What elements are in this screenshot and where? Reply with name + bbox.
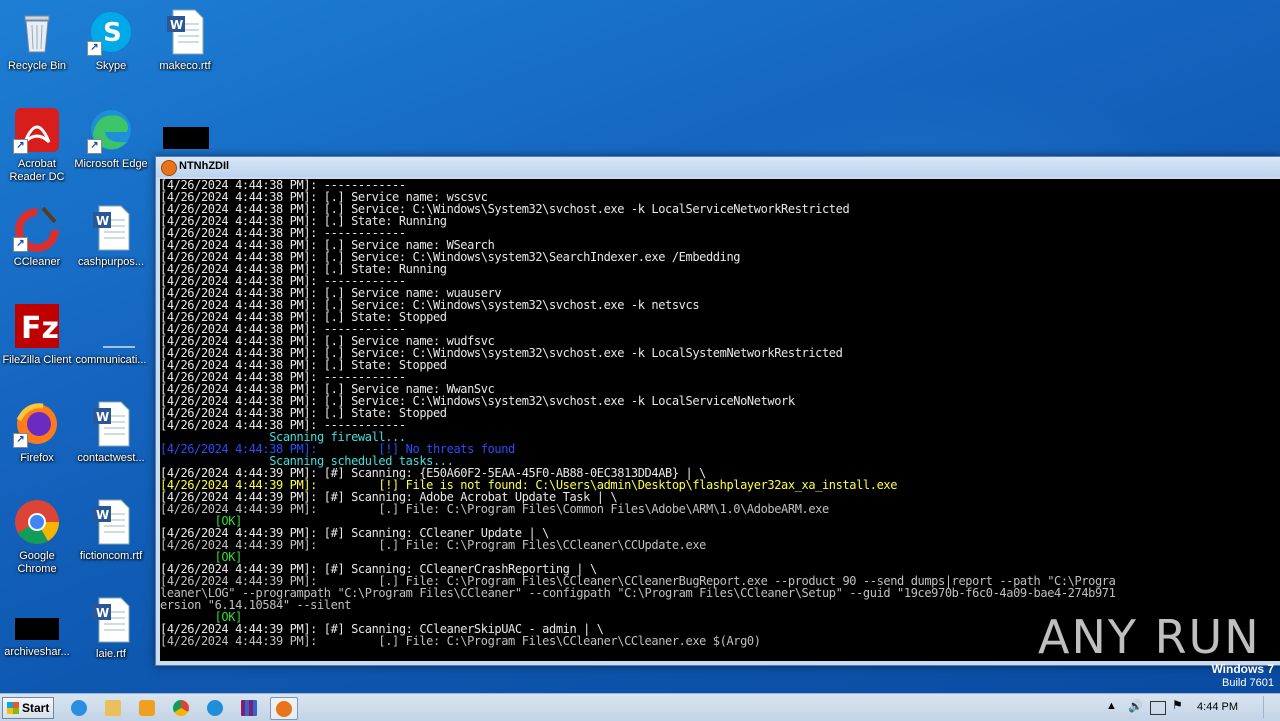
taskbar-winrar-button[interactable] — [236, 697, 262, 718]
taskbar: Start ▲ 🔊 ⚑ 4:44 PM — [0, 693, 1280, 721]
windows-version-watermark: Windows 7 Build 7601 — [1211, 662, 1274, 690]
shortcut-arrow-icon: ↗ — [13, 433, 28, 448]
word-doc-icon: W — [161, 8, 209, 56]
desktop-icon-firefox[interactable]: ↗ Firefox — [0, 400, 74, 465]
console-output[interactable]: [4/26/2024 4:44:38 PM]: ------------ [4/2… — [160, 179, 1280, 661]
anyrun-watermark: ANY RUN — [1038, 610, 1261, 664]
desktop-icon-fictioncom[interactable]: W fictioncom.rtf — [74, 498, 148, 563]
windows-logo-icon — [7, 702, 19, 714]
taskbar-chrome-button[interactable] — [168, 697, 194, 718]
winrar-icon — [241, 700, 257, 716]
shortcut-arrow-icon: ↗ — [87, 139, 102, 154]
svg-text:S: S — [103, 18, 122, 48]
redacted-icon — [13, 612, 61, 642]
chrome-icon — [13, 498, 61, 546]
acrobat-icon: ↗ — [13, 106, 61, 154]
desktop-icon-cashpurpos[interactable]: W cashpurpos... — [74, 204, 148, 269]
app-icon — [161, 160, 177, 176]
word-doc-icon: W — [87, 400, 135, 448]
icon-label: Recycle Bin — [7, 60, 67, 72]
icon-label: makeco.rtf — [159, 60, 211, 72]
word-doc-icon: W — [87, 204, 135, 252]
system-tray: ▲ 🔊 ⚑ 4:44 PM — [1100, 694, 1280, 721]
chrome-icon — [173, 700, 189, 716]
desktop-icon-archiveshar[interactable]: archiveshar... — [0, 612, 74, 659]
ccleaner-icon: ↗ — [13, 204, 61, 252]
taskbar-ie-button[interactable] — [66, 697, 92, 718]
desktop-icon-ccleaner[interactable]: ↗ CCleaner — [0, 204, 74, 269]
taskbar-media-player-button[interactable] — [134, 697, 160, 718]
taskbar-explorer-button[interactable] — [100, 697, 126, 718]
taskbar-edge-button[interactable] — [202, 697, 228, 718]
icon-label: CCleaner — [13, 256, 61, 268]
blank-icon — [87, 302, 135, 350]
shortcut-arrow-icon: ↗ — [13, 237, 28, 252]
icon-label: fictioncom.rtf — [79, 550, 143, 562]
console-line: [4/26/2024 4:44:39 PM]: [.] File: C:\Pro… — [160, 538, 706, 552]
svg-text:W: W — [96, 214, 109, 228]
desktop-icon-contactwest[interactable]: W contactwest... — [74, 400, 148, 465]
desktop-icon-acrobat[interactable]: ↗ Acrobat Reader DC — [0, 106, 74, 184]
desktop-icon-recycle-bin[interactable]: Recycle Bin — [0, 8, 74, 73]
svg-text:W: W — [96, 410, 109, 424]
show-hidden-icons-icon[interactable]: ▲ — [1106, 700, 1117, 712]
icon-label: Acrobat Reader DC — [9, 158, 65, 183]
svg-text:Fz: Fz — [21, 311, 59, 346]
icon-label: laie.rtf — [96, 648, 126, 660]
desktop-icon-communicati[interactable]: communicati... — [74, 302, 148, 367]
edge-icon: ↗ — [87, 106, 135, 154]
icon-label: cashpurpos... — [77, 256, 145, 268]
svg-text:W: W — [170, 18, 183, 32]
icon-label: Skype — [95, 60, 127, 72]
network-icon[interactable] — [1150, 701, 1166, 715]
icon-label: archiveshar... — [4, 646, 70, 658]
media-player-icon — [139, 700, 155, 716]
desktop-icon-filezilla[interactable]: Fz FileZilla Client — [0, 302, 74, 367]
icon-label: contactwest... — [77, 452, 145, 464]
taskbar-active-app-button[interactable] — [270, 697, 298, 720]
svg-text:W: W — [96, 508, 109, 522]
start-button[interactable]: Start — [2, 697, 54, 719]
windows-brand: Windows 7 — [1211, 662, 1274, 676]
redacted-desktop-icon — [163, 127, 209, 149]
start-label: Start — [22, 701, 50, 715]
shortcut-arrow-icon: ↗ — [87, 41, 102, 56]
icon-label: FileZilla Client — [2, 354, 72, 366]
skype-icon: S ↗ — [87, 8, 135, 56]
word-doc-icon: W — [87, 498, 135, 546]
volume-icon[interactable]: 🔊 — [1128, 699, 1143, 713]
icon-label: Microsoft Edge — [74, 158, 148, 170]
edge-icon — [207, 700, 223, 716]
ie-icon — [71, 700, 87, 716]
shortcut-arrow-icon: ↗ — [13, 139, 28, 154]
desktop-icon-chrome[interactable]: Google Chrome — [0, 498, 74, 576]
console-window[interactable]: NTNhZDIl [4/26/2024 4:44:38 PM]: -------… — [155, 156, 1280, 666]
icon-label: communicati... — [75, 354, 147, 366]
taskbar-clock[interactable]: 4:44 PM — [1197, 701, 1238, 713]
filezilla-icon: Fz — [13, 302, 61, 350]
icon-label: Google Chrome — [17, 550, 57, 575]
avast-icon — [276, 701, 292, 717]
console-titlebar[interactable]: NTNhZDIl — [156, 157, 1280, 177]
action-center-flag-icon[interactable]: ⚑ — [1172, 698, 1183, 712]
console-line: [4/26/2024 4:44:39 PM]: [.] File: C:\Pro… — [160, 502, 829, 516]
show-desktop-button[interactable] — [1263, 696, 1278, 718]
explorer-icon — [105, 700, 121, 716]
desktop-icon-laie[interactable]: W laie.rtf — [74, 596, 148, 661]
window-title: NTNhZDIl — [179, 160, 230, 172]
windows-build: Build 7601 — [1222, 677, 1274, 689]
desktop-icon-edge[interactable]: ↗ Microsoft Edge — [74, 106, 148, 171]
firefox-icon: ↗ — [13, 400, 61, 448]
icon-label: Firefox — [20, 452, 54, 464]
recycle-bin-icon — [13, 8, 61, 56]
desktop-icon-skype[interactable]: S ↗ Skype — [74, 8, 148, 73]
svg-text:W: W — [96, 606, 109, 620]
desktop-icon-makeco[interactable]: W makeco.rtf — [148, 8, 222, 73]
word-doc-icon: W — [87, 596, 135, 644]
